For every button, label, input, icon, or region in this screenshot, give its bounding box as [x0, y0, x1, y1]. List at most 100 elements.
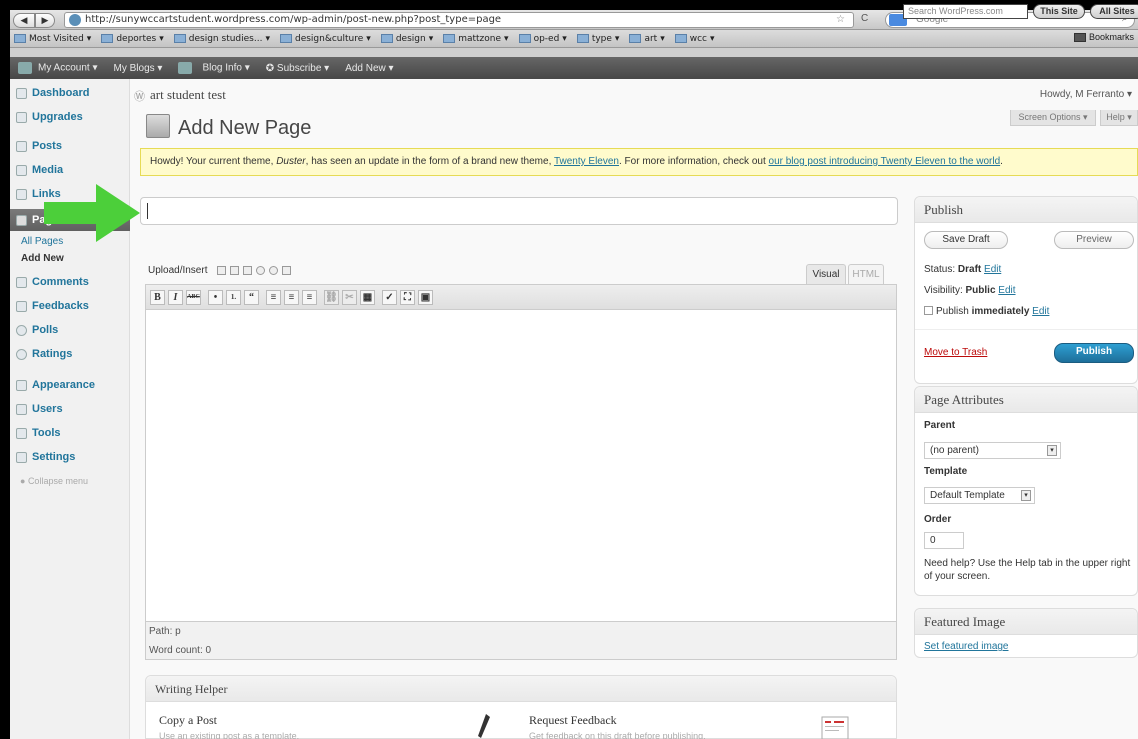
reload-icon[interactable]: C [861, 13, 868, 24]
sidebar-item-dashboard[interactable]: Dashboard [10, 82, 130, 104]
adminbar-blog-info[interactable]: Blog Info ▾ [170, 62, 257, 74]
add-audio-icon[interactable] [243, 266, 253, 275]
tab-visual[interactable]: Visual [806, 264, 846, 284]
sidebar-sub-add-new[interactable]: Add New [21, 253, 64, 264]
address-input[interactable]: http://sunywccartstudent.wordpress.com/w… [64, 12, 854, 28]
bookmark-design-studies[interactable]: design studies... ▾ [173, 34, 270, 44]
strikethrough-button[interactable]: ABC [186, 289, 201, 305]
parent-select[interactable]: (no parent) ▾ [924, 442, 1061, 459]
theme-update-notice: Howdy! Your current theme, Duster, has s… [140, 148, 1138, 176]
bookmark-op-ed[interactable]: op-ed ▾ [518, 34, 567, 44]
bookmarks-menu[interactable]: Bookmarks [1073, 32, 1134, 42]
align-center-button[interactable]: ≡ [284, 289, 299, 305]
folder-icon [674, 34, 687, 43]
chevron-down-icon: ▾ [1021, 490, 1031, 501]
align-right-button[interactable]: ≡ [302, 289, 317, 305]
request-feedback-title[interactable]: Request Feedback [529, 713, 617, 728]
tab-html[interactable]: HTML [848, 264, 884, 284]
bookmark-design[interactable]: design ▾ [380, 34, 433, 44]
forward-button[interactable]: ▶ [35, 13, 55, 28]
adminbar-my-blogs[interactable]: My Blogs ▾ [106, 63, 171, 74]
collapse-menu[interactable]: ● Collapse menu [20, 476, 88, 486]
sidebar-item-comments[interactable]: Comments [10, 271, 130, 293]
add-form-icon[interactable] [282, 266, 292, 275]
sidebar-item-users[interactable]: Users [10, 398, 130, 420]
add-media-icon[interactable] [269, 266, 279, 275]
star-icon[interactable]: ☆ [836, 14, 845, 25]
edit-visibility-link[interactable]: Edit [998, 285, 1015, 296]
move-to-trash-link[interactable]: Move to Trash [924, 347, 987, 358]
sidebar-item-feedbacks[interactable]: Feedbacks [10, 295, 130, 317]
publish-button[interactable]: Publish [1054, 343, 1134, 363]
folder-icon [629, 34, 642, 43]
sidebar-item-upgrades[interactable]: Upgrades [10, 106, 130, 128]
adminbar-add-new[interactable]: Add New ▾ [337, 63, 401, 74]
sidebar-item-tools[interactable]: Tools [10, 422, 130, 444]
all-sites-button[interactable]: All Sites [1090, 4, 1138, 19]
bookmark-art[interactable]: art ▾ [629, 34, 665, 44]
insert-more-button[interactable]: ▦ [360, 289, 375, 305]
subscribe-icon: ✪ [265, 62, 277, 74]
writing-helper-box: Writing Helper Copy a Post Use an existi… [145, 675, 897, 739]
unlink-button[interactable]: ✂ [342, 289, 357, 305]
folder-icon [279, 34, 292, 43]
add-video-icon[interactable] [230, 266, 240, 275]
folder-icon [518, 34, 531, 43]
add-poll-icon[interactable] [256, 266, 266, 275]
folder-icon [14, 34, 26, 43]
add-image-icon[interactable] [217, 266, 227, 275]
order-input[interactable]: 0 [924, 532, 964, 549]
screen-options-button[interactable]: Screen Options ▾ [1010, 110, 1096, 126]
bookmark-deportes[interactable]: deportes ▾ [101, 34, 164, 44]
content-editor[interactable] [145, 310, 897, 622]
save-draft-button[interactable]: Save Draft [924, 231, 1008, 249]
kitchen-sink-button[interactable]: ▣ [418, 289, 433, 305]
folder-icon [576, 34, 589, 43]
adminbar-search-input[interactable]: Search WordPress.com [903, 4, 1028, 19]
italic-button[interactable]: I [168, 289, 183, 305]
sidebar-item-settings[interactable]: Settings [10, 446, 130, 468]
edit-status-link[interactable]: Edit [984, 264, 1001, 275]
bold-button[interactable]: B [150, 289, 165, 305]
publish-box: Publish Save Draft Preview Status: Draft… [914, 196, 1138, 384]
help-button[interactable]: Help ▾ [1100, 110, 1138, 126]
bookmark-design-culture[interactable]: design&culture ▾ [279, 34, 371, 44]
howdy-user[interactable]: Howdy, M Ferranto ▾ [1040, 89, 1132, 100]
bookmark-wcc[interactable]: wcc ▾ [674, 34, 715, 44]
numbered-list-button[interactable]: 1. [226, 289, 241, 305]
twenty-eleven-link[interactable]: Twenty Eleven [554, 156, 619, 167]
ratings-icon [16, 348, 27, 360]
bookmark-type[interactable]: type ▾ [576, 34, 619, 44]
page-attributes-title: Page Attributes [915, 387, 1137, 413]
bookmark-mattzone[interactable]: mattzone ▾ [443, 34, 509, 44]
adminbar-my-account[interactable]: My Account ▾ [10, 62, 106, 74]
align-left-button[interactable]: ≡ [266, 289, 281, 305]
bookmark-most-visited[interactable]: Most Visited ▾ [14, 34, 91, 44]
page-title-input[interactable] [140, 197, 898, 225]
sidebar-item-polls[interactable]: Polls [10, 319, 130, 341]
copy-post-title[interactable]: Copy a Post [159, 713, 217, 728]
blockquote-button[interactable]: “ [244, 289, 259, 305]
sidebar-item-media[interactable]: Media [10, 159, 130, 181]
edit-schedule-link[interactable]: Edit [1032, 306, 1049, 317]
set-featured-image-link[interactable]: Set featured image [924, 641, 1009, 652]
bullet-list-button[interactable]: • [208, 289, 223, 305]
dashboard-icon [16, 87, 27, 99]
editor-toolbar: B I ABC • 1. “ ≡ ≡ ≡ ⛓ ✂ ▦ ✓ ⛶ ▣ [145, 284, 897, 310]
fullscreen-button[interactable]: ⛶ [400, 289, 415, 305]
back-button[interactable]: ◀ [13, 13, 35, 28]
insert-link-button[interactable]: ⛓ [324, 289, 339, 305]
sidebar-item-appearance[interactable]: Appearance [10, 374, 130, 396]
adminbar-subscribe[interactable]: ✪ Subscribe ▾ [258, 63, 337, 74]
template-select[interactable]: Default Template ▾ [924, 487, 1035, 504]
spellcheck-button[interactable]: ✓ [382, 289, 397, 305]
featured-image-title: Featured Image [915, 609, 1137, 635]
sidebar-item-posts[interactable]: Posts [10, 135, 130, 157]
site-title[interactable]: art student test [150, 87, 226, 103]
sidebar-item-ratings[interactable]: Ratings [10, 343, 130, 365]
this-site-button[interactable]: This Site [1033, 4, 1085, 19]
preview-button[interactable]: Preview [1054, 231, 1134, 249]
link-icon [16, 188, 27, 200]
blog-post-link[interactable]: our blog post introducing Twenty Eleven … [769, 156, 1001, 167]
media-icon [16, 164, 27, 176]
